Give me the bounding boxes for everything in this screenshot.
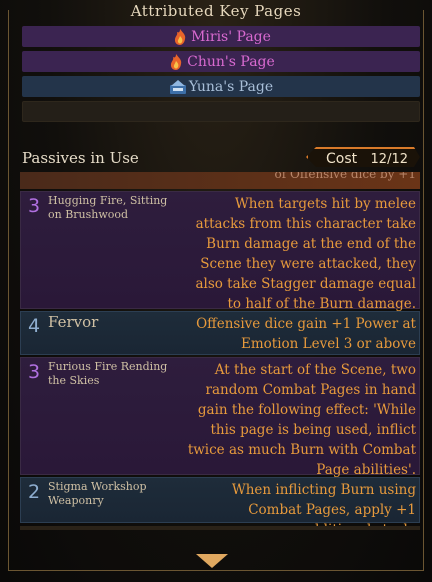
key-page-row-chun[interactable]: Chun's Page xyxy=(22,51,420,72)
passive-list[interactable]: of Offensive dice by +1 3 Hugging Fire, … xyxy=(20,172,420,526)
list-bottom-divider xyxy=(20,526,420,530)
partial-passive-text: of Offensive dice by +1 xyxy=(274,172,417,181)
passive-description: When inflicting Burn using Combat Pages,… xyxy=(231,482,416,526)
flame-icon xyxy=(171,28,189,46)
passive-description: Offensive dice gain +1 Power at Emotion … xyxy=(196,316,416,352)
passive-row[interactable]: 3 Furious Fire Rending the Skies At the … xyxy=(20,357,420,478)
flame-icon xyxy=(167,53,185,71)
passive-cost: 3 xyxy=(28,195,41,217)
passive-cost: 4 xyxy=(28,315,41,337)
scroll-down-arrow-icon[interactable] xyxy=(196,554,228,568)
attributed-key-pages-title: Attributed Key Pages xyxy=(130,2,302,20)
key-page-row-empty[interactable] xyxy=(22,101,420,122)
cost-label: Cost xyxy=(326,151,358,167)
passive-name: Hugging Fire, Sitting on Brushwood xyxy=(48,194,168,221)
passive-row[interactable]: 4 Fervor Offensive dice gain +1 Power at… xyxy=(20,311,420,355)
cost-value: 12/12 xyxy=(370,151,408,167)
key-page-label: Yuna's Page xyxy=(188,78,274,95)
passive-cost: 3 xyxy=(28,361,41,383)
passive-name: Fervor xyxy=(48,313,99,331)
frame-border-right xyxy=(423,10,424,570)
passive-row[interactable]: 3 Hugging Fire, Sitting on Brushwood Whe… xyxy=(20,191,420,312)
office-emblem-icon xyxy=(169,78,187,96)
key-page-label: Chun's Page xyxy=(187,53,275,70)
key-page-row-miris[interactable]: Miris' Page xyxy=(22,26,420,47)
key-page-panel: Attributed Key Pages Miris' Page Chun's … xyxy=(0,0,432,582)
key-page-row-yuna[interactable]: Yuna's Page xyxy=(22,76,420,97)
frame-border-bottom xyxy=(8,570,424,571)
passive-name: Stigma Workshop Weaponry xyxy=(48,480,147,507)
passives-in-use-label: Passives in Use xyxy=(22,149,139,167)
passive-cost-counter: Cost 12/12 xyxy=(306,147,420,167)
passive-row[interactable]: 2 Stigma Workshop Weaponry When inflicti… xyxy=(20,477,420,526)
passive-description: At the start of the Scene, two random Co… xyxy=(187,362,416,478)
frame-border-left xyxy=(8,10,9,570)
passive-description: When targets hit by melee attacks from t… xyxy=(195,196,416,312)
passive-cost: 2 xyxy=(28,481,41,503)
passive-name: Furious Fire Rending the Skies xyxy=(48,360,168,387)
partial-passive-row[interactable]: of Offensive dice by +1 xyxy=(20,172,420,189)
key-page-label: Miris' Page xyxy=(191,28,271,45)
